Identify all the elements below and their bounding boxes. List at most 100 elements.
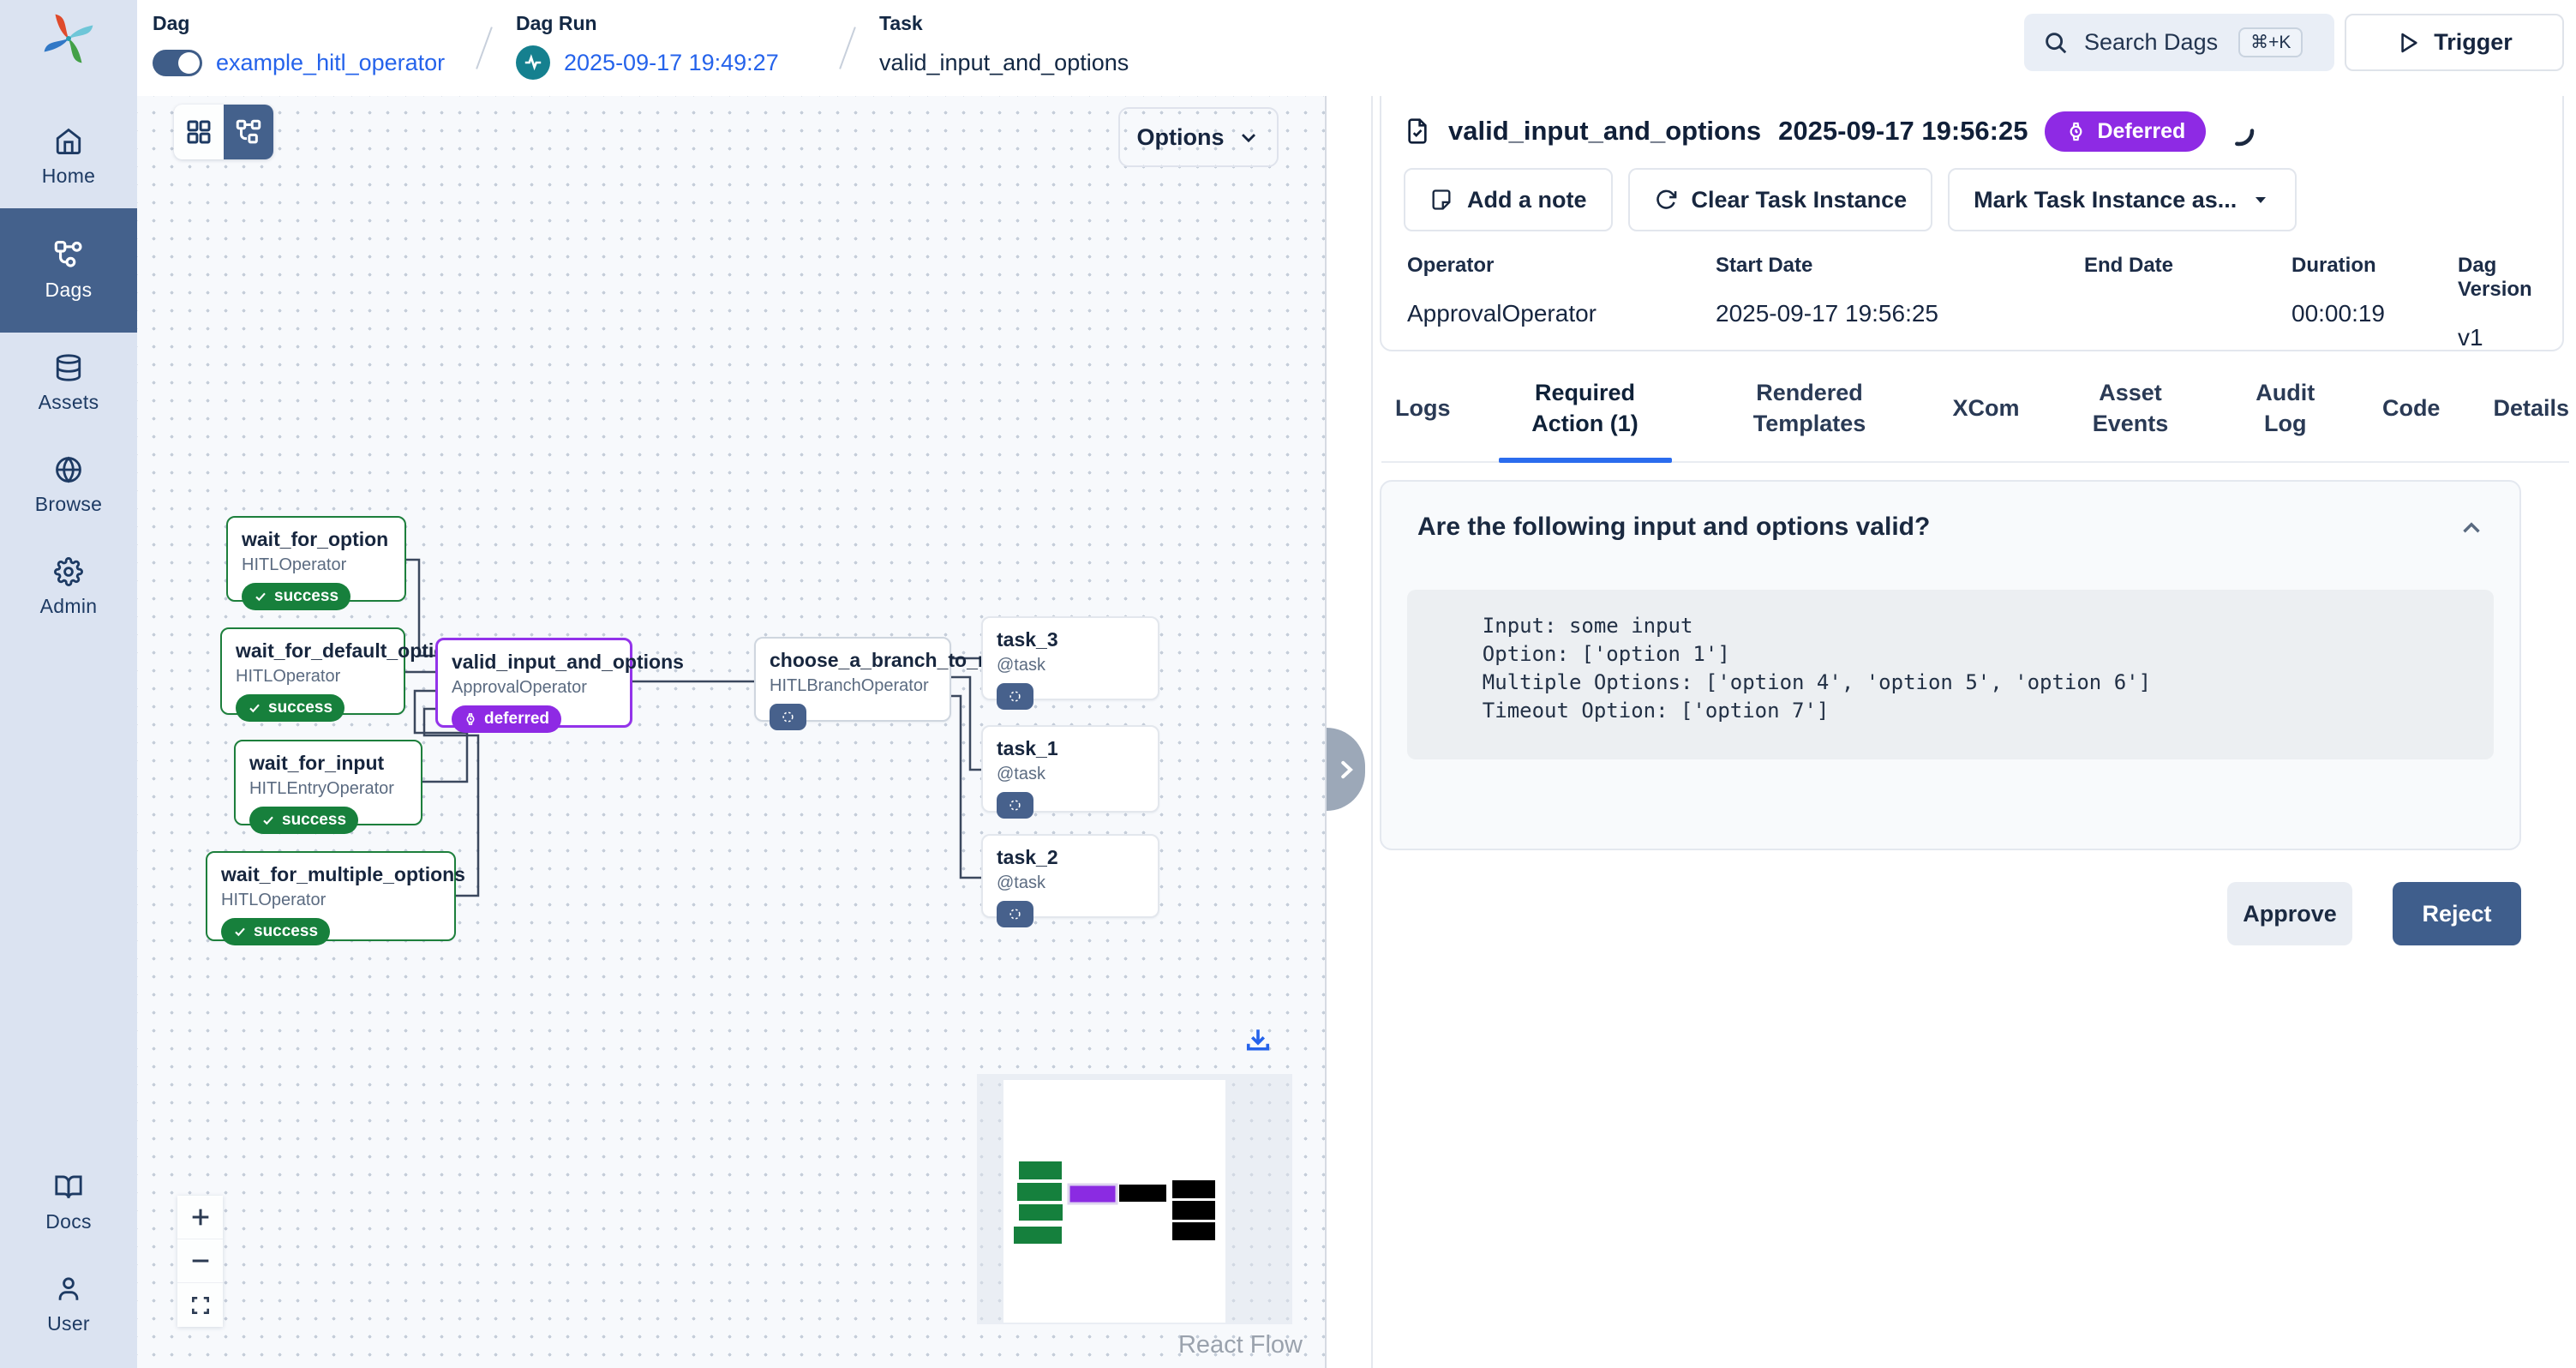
airflow-logo[interactable] [42,12,95,65]
node-operator: HITLOperator [236,667,390,687]
fit-view-icon [189,1294,212,1317]
node-title: wait_for_option [242,528,391,551]
minimap-node [1172,1201,1215,1220]
status-badge: success [249,807,358,834]
download-icon [1243,1025,1273,1056]
graph-view-button[interactable] [224,105,273,159]
sidebar: Home Dags Assets Browse Admin [0,0,137,1368]
state-badge-label: Deferred [2097,119,2185,144]
watch-icon [2065,121,2087,142]
task-document-icon [1404,114,1431,148]
panel-resize-handle[interactable] [1327,728,1365,811]
meta-dag-version: Dag Version v1 [2458,254,2562,351]
dag-link[interactable]: example_hitl_operator [216,50,445,76]
sidebar-item-label: Home [42,165,96,188]
dag-pause-toggle[interactable] [153,50,202,76]
sidebar-item-browse[interactable]: Browse [0,435,137,537]
grid-view-button[interactable] [174,105,224,159]
meta-value: 2025-09-17 19:56:25 [1716,300,1938,327]
task-node-valid-input-and-options[interactable]: valid_input_and_options ApprovalOperator… [435,638,632,728]
status-badge: success [221,918,330,945]
clear-task-instance-button[interactable]: Clear Task Instance [1628,168,1933,231]
globe-icon [54,455,83,484]
search-icon [2043,30,2069,56]
tab-audit-log[interactable]: Audit Log [2242,355,2329,461]
task-node-task-1[interactable]: task_1 @task [981,725,1159,813]
task-node-task-2[interactable]: task_2 @task [981,834,1159,918]
sidebar-item-home[interactable]: Home [0,106,137,208]
graph-canvas[interactable]: Options wait_for_option HITLOperator suc… [137,96,1327,1368]
search-placeholder: Search Dags [2084,29,2218,56]
node-operator: @task [997,656,1144,675]
download-graph-button[interactable] [1243,1025,1273,1056]
tab-details[interactable]: Details [2493,355,2569,461]
user-icon [54,1275,83,1304]
task-node-wait-for-default-option[interactable]: wait_for_default_option HITLOperator suc… [220,627,405,715]
node-title: wait_for_default_option [236,639,390,663]
check-icon [254,590,267,603]
dag-run-label: Dag Run [516,12,779,35]
collapse-card-button[interactable] [2454,511,2489,545]
mark-task-instance-as-label: Mark Task Instance as... [1974,187,2237,213]
add-note-button[interactable]: Add a note [1404,168,1613,231]
breadcrumb-dag: Dag example_hitl_operator [153,12,445,80]
tab-asset-events[interactable]: Asset Events [2073,355,2189,461]
search-dags-input[interactable]: Search Dags ⌘+K [2024,14,2334,71]
required-action-card: Are the following input and options vali… [1380,480,2521,850]
dashed-circle-icon [1008,689,1022,704]
sidebar-item-dags[interactable]: Dags [0,208,137,333]
sidebar-item-label: User [47,1312,90,1335]
sidebar-item-admin[interactable]: Admin [0,537,137,639]
sidebar-item-assets[interactable]: Assets [0,333,137,435]
task-node-task-3[interactable]: task_3 @task [981,616,1159,700]
tab-required-action[interactable]: Required Action (1) [1504,355,1667,461]
watch-icon [464,712,477,726]
add-note-label: Add a note [1467,187,1587,213]
note-icon [1429,188,1453,212]
node-operator: HITLOperator [242,555,391,575]
meta-label: End Date [2084,254,2173,278]
status-badge: success [236,694,344,722]
fit-view-button[interactable] [177,1283,223,1327]
task-value: valid_input_and_options [879,50,1129,76]
zoom-out-button[interactable] [177,1239,223,1283]
task-node-wait-for-multiple-options[interactable]: wait_for_multiple_options HITLOperator s… [206,851,456,941]
check-icon [261,813,275,827]
tab-logs[interactable]: Logs [1395,355,1451,461]
graph-options-dropdown[interactable]: Options [1118,107,1279,167]
minimap[interactable] [977,1074,1292,1324]
meta-end-date: End Date [2084,254,2173,300]
check-icon [233,925,247,939]
node-title: valid_input_and_options [452,651,616,674]
no-status-badge [997,901,1033,927]
tab-code[interactable]: Code [2382,355,2441,461]
task-node-wait-for-option[interactable]: wait_for_option HITLOperator success [226,516,406,602]
sidebar-item-user[interactable]: User [0,1254,137,1356]
mark-task-instance-as-dropdown[interactable]: Mark Task Instance as... [1948,168,2297,231]
gear-icon [54,557,83,586]
minimap-node-success [1019,1204,1063,1221]
chevron-up-icon [2457,513,2486,543]
node-title: choose_a_branch_to_run [770,649,936,672]
task-instance-title-row: valid_input_and_options 2025-09-17 19:56… [1404,105,2255,158]
reject-button[interactable]: Reject [2393,882,2521,945]
task-node-choose-a-branch-to-run[interactable]: choose_a_branch_to_run HITLBranchOperato… [754,637,951,722]
task-instance-title: valid_input_and_options [1448,116,1761,147]
breadcrumb-task: Task valid_input_and_options [879,12,1129,80]
meta-label: Dag Version [2458,254,2562,302]
trigger-label: Trigger [2434,29,2513,56]
zoom-in-button[interactable] [177,1196,223,1239]
task-node-wait-for-input[interactable]: wait_for_input HITLEntryOperator success [234,740,422,825]
sidebar-item-label: Admin [40,595,98,618]
node-title: task_1 [997,737,1144,760]
trigger-button[interactable]: Trigger [2345,14,2564,71]
sidebar-item-docs[interactable]: Docs [0,1152,137,1254]
status-badge-label: success [274,587,338,606]
sidebar-item-label: Browse [35,493,103,516]
dag-run-link[interactable]: 2025-09-17 19:49:27 [564,50,779,76]
book-icon [54,1173,83,1202]
tab-rendered-templates[interactable]: Rendered Templates [1720,355,1900,461]
approve-button[interactable]: Approve [2227,882,2352,945]
tab-xcom[interactable]: XCom [1953,355,2020,461]
minimap-node-success [1014,1227,1062,1244]
